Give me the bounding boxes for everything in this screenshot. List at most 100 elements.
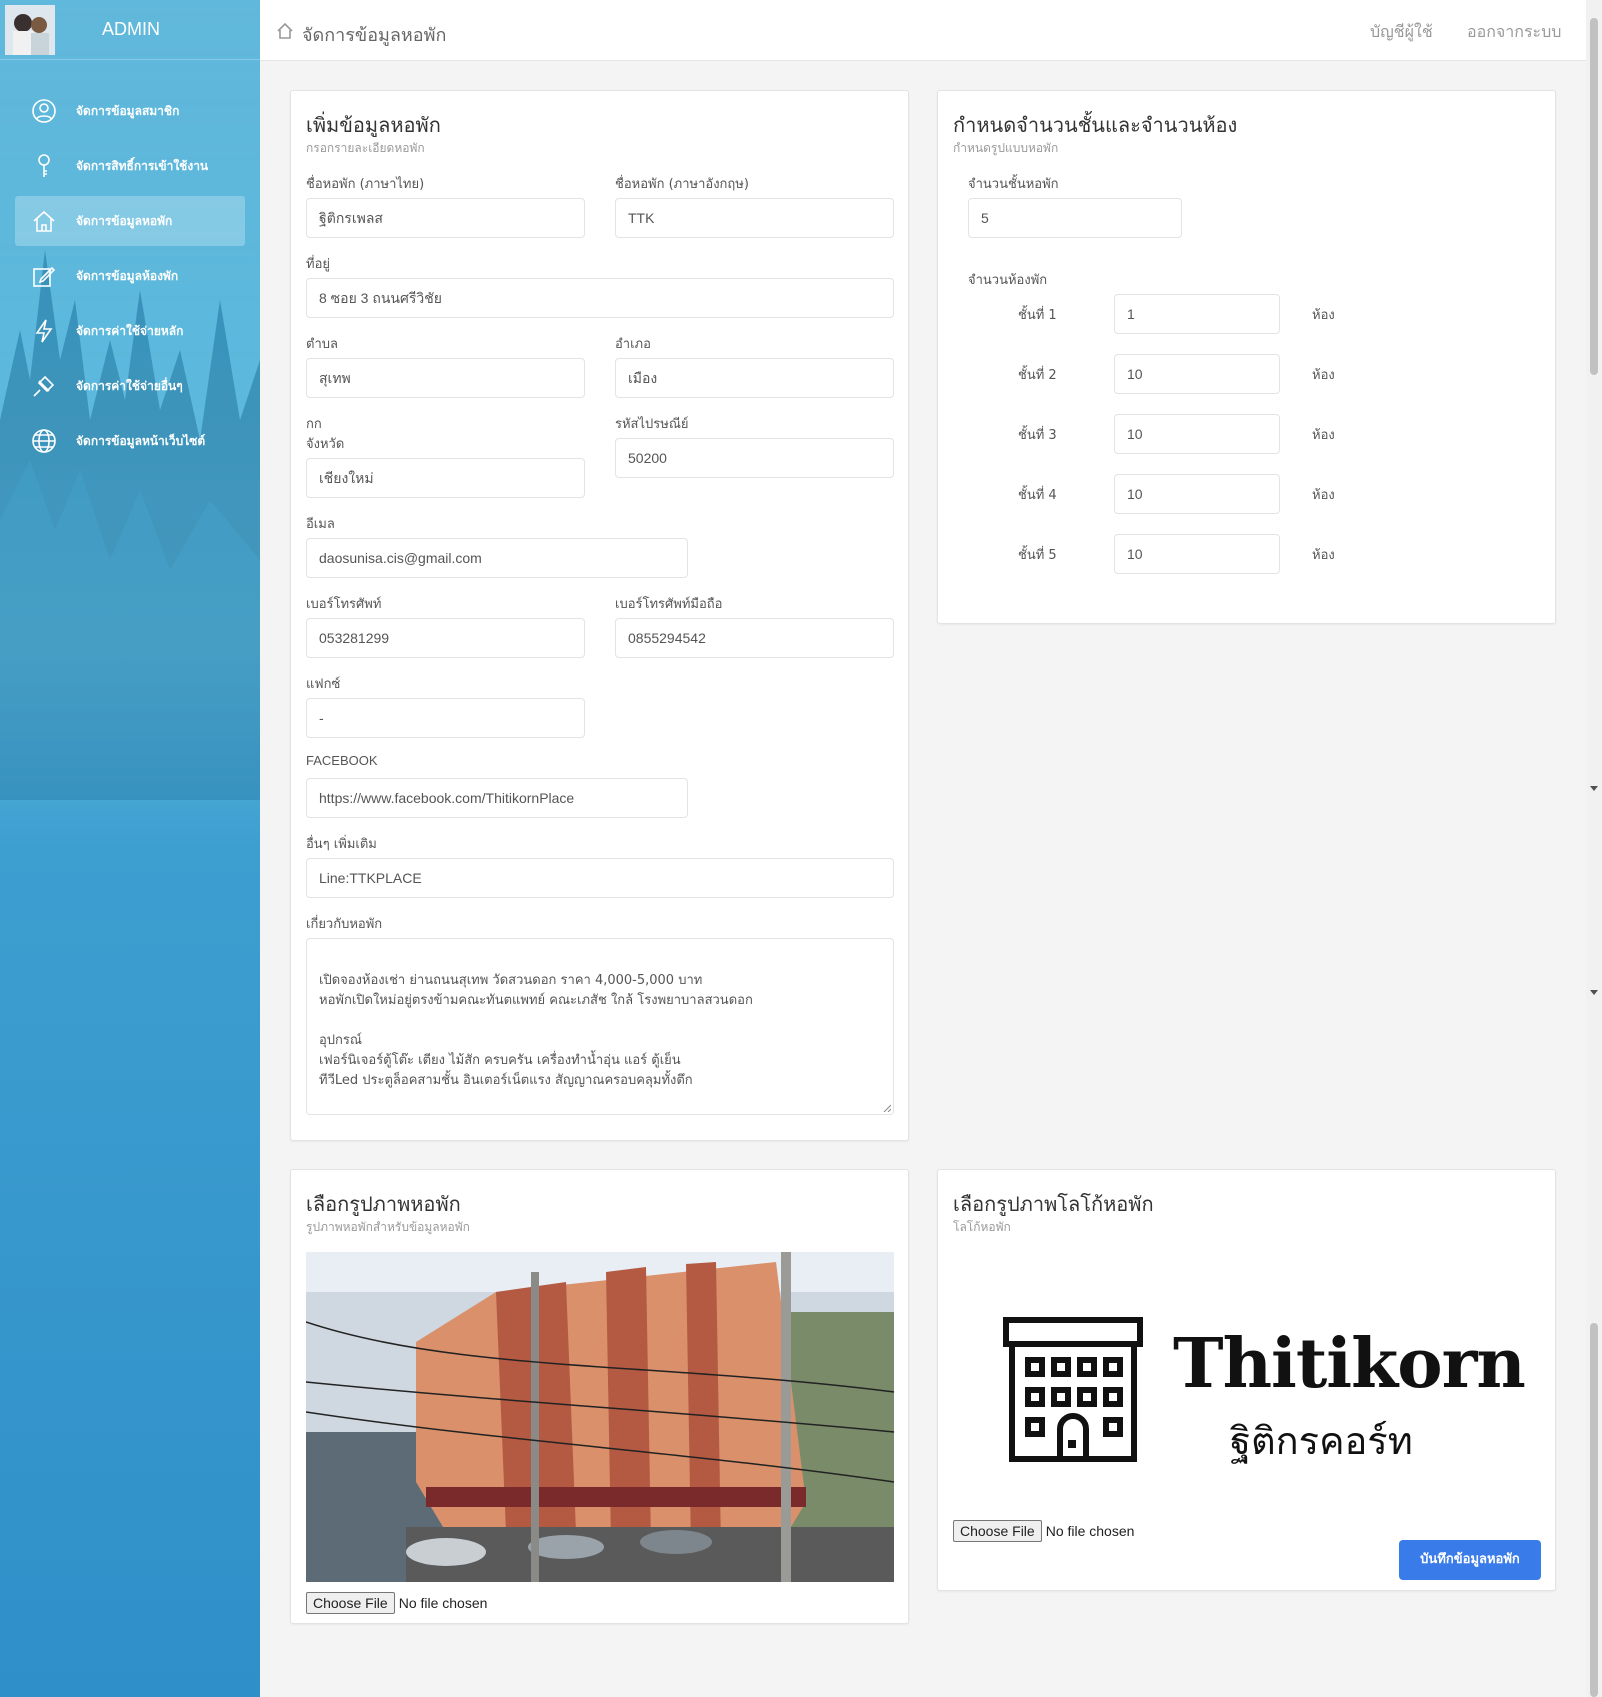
account-link[interactable]: บัญชีผู้ใช้ — [1370, 20, 1433, 45]
dorm-logo-file-input[interactable]: Choose File No file chosen — [953, 1520, 1134, 1542]
floor-label: ชั้นที่ 2 — [1018, 368, 1057, 383]
sidebar-item-label: จัดการค่าใช้จ่ายอื่นๆ — [76, 378, 183, 393]
floor-label: ชั้นที่ 5 — [1018, 548, 1057, 563]
subdistrict-input[interactable]: สุเทพ — [306, 358, 585, 398]
district-label: อำเภอ — [615, 337, 651, 352]
phone-label: เบอร์โทรศัพท์ — [306, 597, 382, 612]
mobile-input[interactable]: 0855294542 — [615, 618, 894, 658]
name-en-label: ชื่อหอพัก (ภาษาอังกฤษ) — [615, 177, 749, 192]
plug-icon — [30, 372, 58, 400]
lightning-icon — [30, 317, 58, 345]
no-file-text: No file chosen — [398, 1595, 488, 1611]
choose-file-button[interactable]: Choose File — [953, 1520, 1042, 1542]
sidebar-item-label: จัดการข้อมูลหน้าเว็บไซต์ — [76, 433, 206, 448]
email-input[interactable]: daosunisa.cis@gmail.com — [306, 538, 688, 578]
fax-input[interactable]: - — [306, 698, 585, 738]
sidebar: ADMIN จัดการข้อมูลสมาชิก จัดการสิทธิ์การ… — [0, 0, 260, 1697]
floor-rooms-input[interactable]: 10 — [1114, 474, 1280, 514]
name-th-label: ชื่อหอพัก (ภาษาไทย) — [306, 177, 425, 192]
sidebar-item-other-expenses[interactable]: จัดการค่าใช้จ่ายอื่นๆ — [15, 361, 245, 411]
other-label: อื่นๆ เพิ่มเติม — [306, 837, 377, 852]
logo-text-th: ฐิติกรคอร์ท — [1230, 1419, 1413, 1463]
subdistrict-label: ตำบล — [306, 337, 338, 352]
avatar[interactable] — [5, 5, 55, 55]
scroll-down-arrow-icon[interactable] — [1590, 786, 1598, 791]
edit-icon — [30, 262, 58, 290]
email-label: อีเมล — [306, 517, 335, 532]
dorm-logo-image: Thitikorn ฐิติกรคอร์ท — [998, 1310, 1526, 1470]
other-input[interactable]: Line:TTKPLACE — [306, 858, 894, 898]
card-title: เลือกรูปภาพโลโก้หอพัก — [953, 1192, 1154, 1216]
fax-label: แฟกซ์ — [306, 677, 341, 692]
dorm-logo-card: เลือกรูปภาพโลโก้หอพัก โลโก้หอพัก Thitiko… — [937, 1169, 1556, 1591]
floor-label: ชั้นที่ 1 — [1018, 308, 1057, 323]
district-input[interactable]: เมือง — [615, 358, 894, 398]
sidebar-item-rooms[interactable]: จัดการข้อมูลห้องพัก — [15, 251, 245, 301]
sidebar-item-label: จัดการข้อมูลหอพัก — [76, 213, 173, 228]
about-textarea[interactable]: เปิดจองห้องเช่า ย่านถนนสุเทพ วัดสวนดอก ร… — [306, 938, 894, 1115]
sidebar-item-label: จัดการค่าใช้จ่ายหลัก — [76, 323, 184, 338]
card-title: เลือกรูปภาพหอพัก — [306, 1192, 461, 1216]
floor-rooms-input[interactable]: 10 — [1114, 534, 1280, 574]
room-unit-label: ห้อง — [1312, 488, 1335, 503]
logo-text-en: Thitikorn — [1173, 1324, 1526, 1404]
choose-file-button[interactable]: Choose File — [306, 1592, 395, 1614]
address-label: ที่อยู่ — [306, 257, 330, 272]
sidebar-menu: จัดการข้อมูลสมาชิก จัดการสิทธิ์การเข้าใช… — [15, 86, 245, 471]
card-subtitle: กรอกรายละเอียดหอพัก — [306, 141, 425, 155]
sidebar-item-members[interactable]: จัดการข้อมูลสมาชิก — [15, 86, 245, 136]
key-icon — [30, 152, 58, 180]
room-unit-label: ห้อง — [1312, 368, 1335, 383]
facebook-input[interactable]: https://www.facebook.com/ThitikornPlace — [306, 778, 688, 818]
dorm-photo-file-input[interactable]: Choose File No file chosen — [306, 1592, 487, 1614]
page-scrollbar[interactable] — [1586, 0, 1602, 1697]
dorm-photo — [306, 1252, 894, 1582]
room-unit-label: ห้อง — [1312, 548, 1335, 563]
user-circle-icon — [30, 97, 58, 125]
mobile-label: เบอร์โทรศัพท์มือถือ — [615, 597, 723, 612]
floor-label: ชั้นที่ 4 — [1018, 488, 1057, 503]
scroll-down-arrow-icon[interactable] — [1590, 990, 1598, 995]
home-icon — [276, 22, 294, 40]
name-en-input[interactable]: TTK — [615, 198, 894, 238]
admin-title: ADMIN — [102, 19, 160, 39]
floor-rooms-input[interactable]: 1 — [1114, 294, 1280, 334]
sidebar-header: ADMIN — [0, 0, 260, 60]
floors-count-input[interactable]: 5 — [968, 198, 1182, 238]
stray-text: กก — [306, 417, 322, 432]
sidebar-item-permissions[interactable]: จัดการสิทธิ์การเข้าใช้งาน — [15, 141, 245, 191]
sidebar-item-main-expenses[interactable]: จัดการค่าใช้จ่ายหลัก — [15, 306, 245, 356]
name-th-input[interactable]: ฐิติกรเพลส — [306, 198, 585, 238]
dorm-info-card: เพิ่มข้อมูลหอพัก กรอกรายละเอียดหอพัก ชื่… — [290, 90, 909, 1141]
globe-icon — [30, 427, 58, 455]
sidebar-item-label: จัดการข้อมูลห้องพัก — [76, 268, 179, 283]
about-label: เกี่ยวกับหอพัก — [306, 917, 383, 932]
logout-link[interactable]: ออกจากระบบ — [1467, 20, 1561, 45]
card-title: เพิ่มข้อมูลหอพัก — [306, 113, 441, 137]
sidebar-item-dormitory[interactable]: จัดการข้อมูลหอพัก — [15, 196, 245, 246]
rooms-count-label: จำนวนห้องพัก — [968, 273, 1048, 288]
card-subtitle: โลโก้หอพัก — [953, 1220, 1011, 1234]
no-file-text: No file chosen — [1045, 1523, 1135, 1539]
card-title: กำหนดจำนวนชั้นและจำนวนห้อง — [953, 113, 1238, 137]
province-input[interactable]: เชียงใหม่ — [306, 458, 585, 498]
facebook-label: FACEBOOK — [306, 753, 378, 768]
home-icon — [30, 207, 58, 235]
resize-grip-icon[interactable] — [883, 1104, 891, 1112]
save-dorm-button[interactable]: บันทึกข้อมูลหอพัก — [1399, 1540, 1541, 1580]
dorm-photo-card: เลือกรูปภาพหอพัก รูปภาพหอพักสำหรับข้อมูล… — [290, 1169, 909, 1624]
sidebar-item-website[interactable]: จัดการข้อมูลหน้าเว็บไซต์ — [15, 416, 245, 466]
about-text: เปิดจองห้องเช่า ย่านถนนสุเทพ วัดสวนดอก ร… — [319, 973, 753, 1088]
topbar: จัดการข้อมูลหอพัก บัญชีผู้ใช้ ออกจากระบบ — [260, 0, 1586, 61]
phone-input[interactable]: 053281299 — [306, 618, 585, 658]
scrollbar-thumb[interactable] — [1590, 1323, 1598, 1697]
floor-rooms-input[interactable]: 10 — [1114, 414, 1280, 454]
floors-count-label: จำนวนชั้นหอพัก — [968, 177, 1059, 192]
room-unit-label: ห้อง — [1312, 308, 1335, 323]
scrollbar-thumb[interactable] — [1590, 18, 1598, 375]
address-input[interactable]: 8 ซอย 3 ถนนศรีวิชัย — [306, 278, 894, 318]
postcode-input[interactable]: 50200 — [615, 438, 894, 478]
card-subtitle: รูปภาพหอพักสำหรับข้อมูลหอพัก — [306, 1220, 470, 1234]
breadcrumb: จัดการข้อมูลหอพัก — [302, 25, 447, 46]
floor-rooms-input[interactable]: 10 — [1114, 354, 1280, 394]
